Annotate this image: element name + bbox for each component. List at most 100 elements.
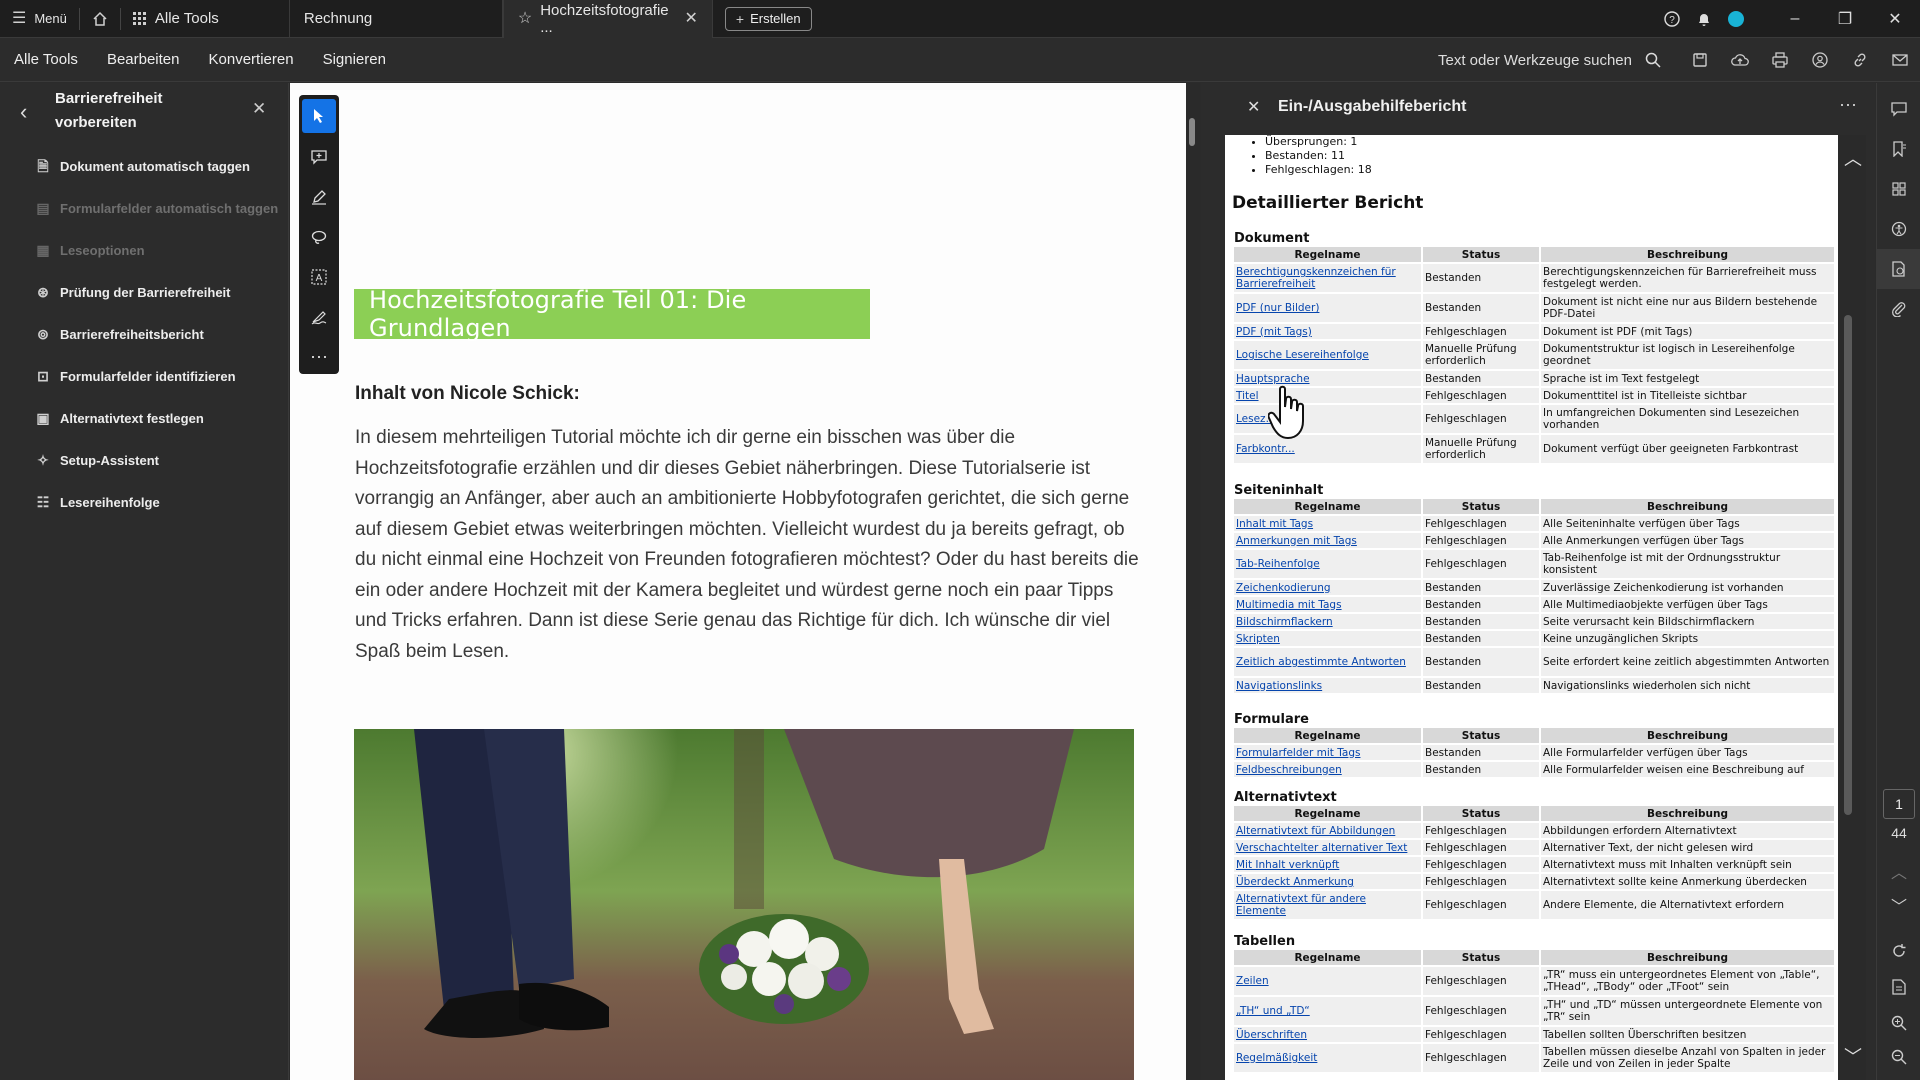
tool-reading-order[interactable]: ☷ Lesereihenfolge [0,481,288,523]
highlight-pen-icon[interactable] [299,177,339,217]
tool-auto-tag-document[interactable]: 🗎 Dokument automatisch taggen [0,145,288,187]
document-accessibility-icon[interactable] [1877,249,1920,289]
document-scrollbar[interactable] [1186,83,1200,1080]
rule-link[interactable]: Zeitlich abgestimmte Antworten [1236,656,1406,668]
rule-link[interactable]: PDF (mit Tags) [1236,326,1312,338]
accessibility-tags-icon[interactable] [1877,209,1920,249]
description-cell: „TH“ und „TD“ müssen untergeordnete Elem… [1541,997,1834,1025]
comment-tool-icon[interactable] [299,137,339,177]
rule-link[interactable]: Multimedia mit Tags [1236,599,1342,611]
lasso-icon[interactable] [299,217,339,257]
tool-identify-form-fields[interactable]: ⊡ Formularfelder identifizieren [0,355,288,397]
description-cell: Keine unzugänglichen Skripts [1541,631,1834,646]
tab-rechnung[interactable]: Rechnung [288,0,503,38]
page-number-input[interactable]: 1 [1883,789,1915,819]
rotate-icon[interactable] [1877,931,1920,971]
help-icon[interactable]: ? [1656,0,1688,38]
tab-hochzeitsfotografie[interactable]: ☆ Hochzeitsfotografie ... ✕ [502,0,713,38]
text-select-icon[interactable]: A [299,257,339,297]
rule-link[interactable]: Bildschirmflackern [1236,616,1333,628]
more-tools-icon[interactable]: ⋯ [299,337,339,377]
bookmarks-icon[interactable] [1877,129,1920,169]
scroll-down-icon[interactable]: ﹀ [1844,1043,1862,1069]
create-button[interactable]: + Erstellen [724,6,812,31]
menu-bearbeiten[interactable]: Bearbeiten [93,51,195,68]
menu-konvertieren[interactable]: Konvertieren [195,51,309,68]
menu-button[interactable]: ☰ Menü [0,0,79,38]
zoom-out-icon[interactable] [1877,1037,1920,1077]
table-row: Alternativtext für Abbildungen Fehlgeschl… [1234,823,1834,838]
avatar[interactable] [1720,0,1752,38]
rule-link[interactable]: Alternativtext für Abbildungen [1236,825,1395,837]
rule-link[interactable]: Überdeckt Anmerkung [1236,876,1354,888]
rule-link[interactable]: Titel [1236,390,1259,402]
thumbnails-icon[interactable] [1877,169,1920,209]
rule-link[interactable]: Zeilen [1236,975,1269,987]
scroll-up-icon[interactable]: ︿ [1844,145,1862,171]
rule-link[interactable]: Farbkontr... [1236,443,1295,455]
rule-link[interactable]: Überschriften [1236,1029,1307,1041]
close-icon[interactable]: ✕ [1247,97,1260,117]
rule-link[interactable]: Alternativtext für andere Elemente [1236,893,1366,917]
tool-accessibility-report[interactable]: ⊚ Barrierefreiheitsbericht [0,313,288,355]
close-icon[interactable]: ✕ [252,99,266,119]
mail-icon[interactable] [1880,38,1920,82]
section-title: Formulare [1234,712,1309,727]
tool-accessibility-check[interactable]: ⊛ Prüfung der Barrierefreiheit [0,271,288,313]
status-cell: Bestanden [1423,294,1539,322]
rule-link[interactable]: Berechtigungskennzeichen für Barrierefre… [1236,266,1396,290]
tool-setup-assistant[interactable]: ✧ Setup-Assistent [0,439,288,481]
rule-link[interactable]: Tab-Reihenfolge [1236,558,1320,570]
all-tools-label: Alle Tools [154,10,219,27]
description-cell: Dokument ist nicht eine nur aus Bildern … [1541,294,1834,322]
print-icon[interactable] [1760,38,1800,82]
maximize-icon[interactable]: ❐ [1820,0,1870,38]
sign-icon[interactable] [299,297,339,337]
rule-link[interactable]: Hauptsprache [1236,373,1310,385]
scroll-thumb[interactable] [1189,118,1195,146]
page-fit-icon[interactable] [1877,967,1920,1007]
rule-link[interactable]: Skripten [1236,633,1280,645]
window-close-icon[interactable]: ✕ [1870,0,1920,38]
more-options-icon[interactable]: ⋯ [1839,95,1857,116]
document-viewer[interactable]: Hochzeitsfotografie Teil 01: Die Grundla… [290,83,1200,1080]
rule-link[interactable]: Anmerkungen mit Tags [1236,535,1357,547]
menu-signieren[interactable]: Signieren [309,51,401,68]
rule-link[interactable]: „TH“ und „TD“ [1236,1005,1310,1017]
link-icon[interactable] [1840,38,1880,82]
tool-set-alt-text[interactable]: ▣ Alternativtext festlegen [0,397,288,439]
description-cell: Alternativer Text, der nicht gelesen wir… [1541,840,1834,855]
accessibility-check-icon: ⊛ [37,284,49,300]
rule-link[interactable]: Zeichenkodierung [1236,582,1331,594]
attachments-icon[interactable] [1877,289,1920,329]
all-tools-tab[interactable]: Alle Tools [121,0,289,38]
comments-icon[interactable] [1877,89,1920,129]
back-icon[interactable]: ‹ [20,99,27,125]
rule-link[interactable]: Logische Lesereihenfolge [1236,349,1369,361]
section-title: Dokument [1234,231,1310,246]
bell-icon[interactable] [1688,0,1720,38]
rule-link[interactable]: PDF (nur Bilder) [1236,302,1319,314]
rule-link[interactable]: Formularfelder mit Tags [1236,747,1360,759]
rule-link[interactable]: Regelmäßigkeit [1236,1052,1317,1064]
minimize-icon[interactable]: – [1770,0,1820,38]
page-down-icon[interactable]: ﹀ [1877,885,1920,925]
star-icon[interactable]: ☆ [518,10,532,27]
rule-link[interactable]: Mit Inhalt verknüpft [1236,859,1339,871]
rule-link[interactable]: Navigationslinks [1236,680,1322,692]
rule-link[interactable]: Inhalt mit Tags [1236,518,1313,530]
cloud-upload-icon[interactable] [1720,38,1760,82]
search-field[interactable]: Text oder Werkzeuge suchen [1438,52,1632,69]
save-icon[interactable] [1680,38,1720,82]
select-tool-icon[interactable] [302,99,336,133]
search-icon[interactable] [1640,38,1666,82]
rule-link[interactable]: Verschachtelter alternativer Text [1236,842,1407,854]
menu-all-tools[interactable]: Alle Tools [0,51,93,68]
close-icon[interactable]: ✕ [684,10,697,27]
home-button[interactable] [80,0,120,38]
status-cell: Bestanden [1423,648,1539,676]
scroll-thumb[interactable] [1844,315,1852,815]
share-user-icon[interactable] [1800,38,1840,82]
report-scrollbar[interactable]: ︿ ﹀ [1838,135,1866,1080]
rule-link[interactable]: Feldbeschreibungen [1236,764,1342,776]
